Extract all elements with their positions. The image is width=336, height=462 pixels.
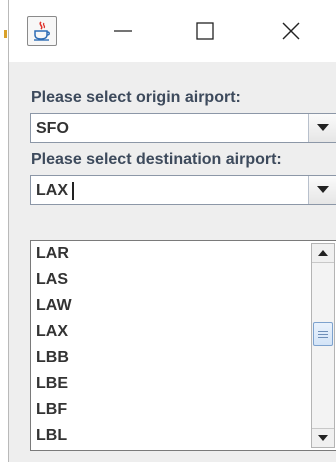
chevron-down-icon: [318, 435, 328, 441]
list-item[interactable]: LBF: [31, 397, 311, 423]
origin-combobox[interactable]: SFO: [30, 113, 336, 143]
list-item[interactable]: LAR: [31, 241, 311, 267]
grip-line: [318, 330, 328, 332]
origin-value: SFO: [36, 120, 69, 137]
title-bar[interactable]: [9, 0, 336, 62]
chevron-down-icon: [316, 124, 329, 131]
minimize-button[interactable]: [87, 0, 159, 62]
list-item[interactable]: LBE: [31, 371, 311, 397]
chevron-down-icon: [316, 186, 329, 193]
destination-dropdown-list[interactable]: LAR LAS LAW LAX LBB LBE LBF LBL: [30, 240, 336, 451]
origin-label: Please select origin airport:: [31, 89, 241, 106]
airport-list: LAR LAS LAW LAX LBB LBE LBF LBL: [31, 241, 311, 449]
minimize-icon: [114, 30, 132, 32]
origin-dropdown-button[interactable]: [308, 114, 336, 142]
scroll-up-button[interactable]: [312, 244, 334, 263]
destination-value[interactable]: LAX: [36, 182, 68, 200]
close-button[interactable]: [255, 0, 327, 62]
list-item[interactable]: LAS: [31, 267, 311, 293]
close-icon: [282, 22, 300, 40]
airport-selector-window: Please select origin airport: SFO Please…: [8, 0, 336, 462]
java-cup-icon[interactable]: [27, 16, 57, 46]
maximize-icon: [196, 22, 214, 40]
scroll-thumb[interactable]: [313, 322, 333, 347]
text-cursor: [72, 182, 74, 200]
destination-label: Please select destination airport:: [31, 151, 282, 168]
list-item[interactable]: LBB: [31, 345, 311, 371]
chevron-up-icon: [318, 250, 328, 256]
destination-dropdown-button[interactable]: [308, 176, 336, 204]
list-item[interactable]: LAW: [31, 293, 311, 319]
grip-line: [318, 336, 328, 338]
grip-line: [318, 333, 328, 335]
list-item[interactable]: LBL: [31, 423, 311, 449]
list-item[interactable]: LAX: [31, 319, 311, 345]
list-scrollbar[interactable]: [311, 243, 335, 448]
maximize-button[interactable]: [169, 0, 241, 62]
destination-combobox[interactable]: LAX: [30, 175, 336, 205]
scroll-down-button[interactable]: [312, 428, 334, 447]
background-window-edge: [4, 30, 7, 38]
